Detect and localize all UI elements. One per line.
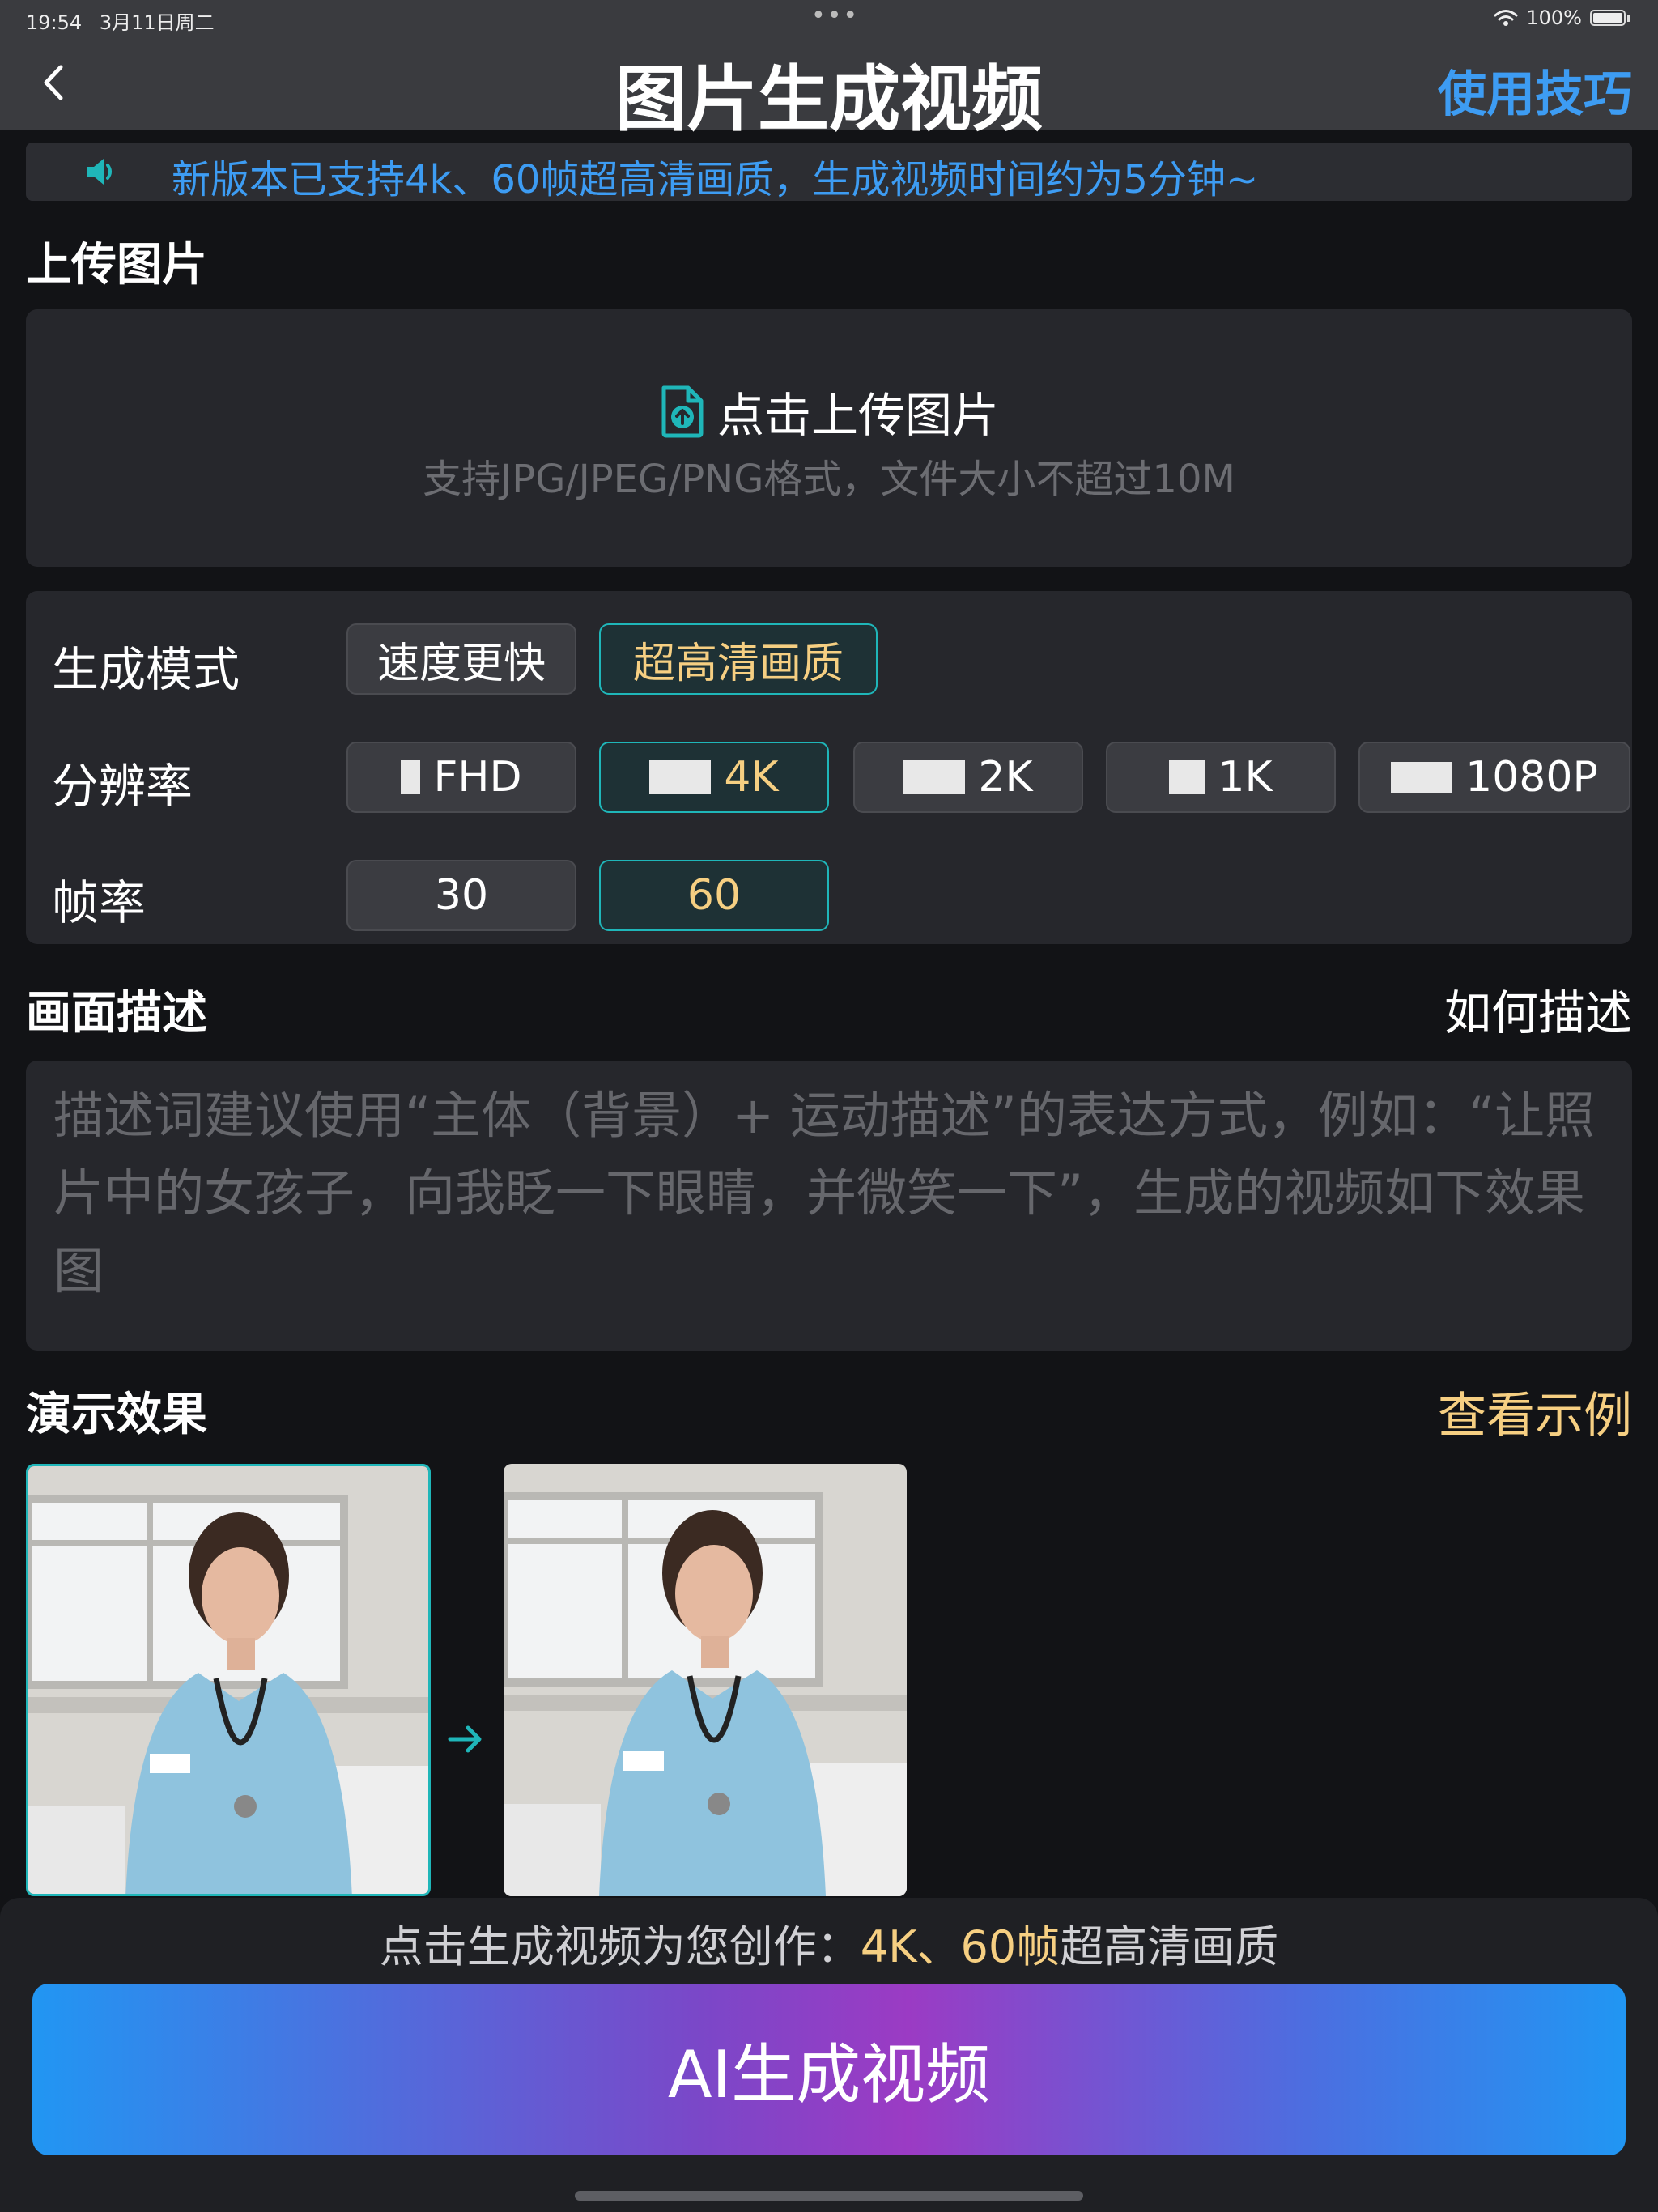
- demo-photo-after: [504, 1464, 907, 1896]
- arrow-right-icon: [448, 1725, 482, 1753]
- view-example-link[interactable]: 查看示例: [1438, 1376, 1632, 1447]
- battery-icon: [1590, 10, 1626, 26]
- status-indicators: 100%: [1494, 6, 1630, 29]
- portrait-ratio-icon: [401, 760, 421, 794]
- landscape-ratio-icon: [903, 760, 966, 794]
- resolution-label: 分辨率: [52, 759, 193, 814]
- resolution-option-2k-label: 2K: [978, 753, 1033, 802]
- resolution-option-1k-label: 1K: [1218, 753, 1273, 802]
- resolution-option-2k[interactable]: 2K: [853, 742, 1083, 813]
- resolution-option-1080p-label: 1080P: [1465, 753, 1598, 802]
- framerate-option-30-label: 30: [434, 871, 489, 920]
- home-indicator[interactable]: [575, 2191, 1083, 2201]
- speaker-icon: [87, 159, 112, 185]
- framerate-option-30[interactable]: 30: [346, 860, 576, 931]
- file-upload-icon: [661, 385, 704, 438]
- mode-label: 生成模式: [52, 642, 240, 697]
- square-ratio-icon: [1169, 760, 1205, 794]
- multitasking-dots-icon[interactable]: •••: [811, 2, 859, 30]
- page-title: 图片生成视频: [614, 57, 1043, 141]
- framerate-label: 帧率: [52, 875, 147, 930]
- resolution-option-1k[interactable]: 1K: [1106, 742, 1336, 813]
- mode-option-uhd-label: 超高清画质: [632, 639, 844, 688]
- upload-section-title: 上传图片: [26, 239, 207, 291]
- wifi-icon: [1494, 10, 1518, 26]
- description-input[interactable]: 描述词建议使用“主体（背景）+ 运动描述”的表达方式，例如：“让照片中的女孩子，…: [26, 1061, 1632, 1351]
- battery-tip: [1627, 14, 1630, 22]
- upload-label-row: 点击上传图片: [26, 377, 1632, 445]
- landscape-ratio-icon: [1391, 762, 1453, 793]
- status-date: 3月11日周二: [99, 11, 215, 34]
- landscape-ratio-icon: [649, 760, 712, 794]
- demo-input-image[interactable]: [26, 1464, 431, 1896]
- generation-summary: 点击生成视频为您创作：4K、60帧超高清画质: [0, 1911, 1658, 1975]
- generate-button-label: AI生成视频: [667, 2037, 991, 2112]
- framerate-option-60-label: 60: [687, 871, 742, 920]
- mode-option-fast[interactable]: 速度更快: [346, 623, 576, 695]
- demo-photo-before: [28, 1466, 428, 1894]
- upload-area[interactable]: 点击上传图片 支持JPG/JPEG/PNG格式，文件大小不超过10M: [26, 309, 1632, 567]
- upload-hint: 支持JPG/JPEG/PNG格式，文件大小不超过10M: [423, 457, 1235, 502]
- battery-percent: 100%: [1526, 6, 1582, 29]
- how-to-describe-link[interactable]: 如何描述: [1444, 975, 1632, 1043]
- resolution-option-fhd[interactable]: FHD: [346, 742, 576, 813]
- mode-option-fast-label: 速度更快: [376, 639, 546, 688]
- notice-banner: 新版本已支持4k、60帧超高清画质，生成视频时间约为5分钟~: [26, 143, 1632, 202]
- framerate-option-60[interactable]: 60: [599, 860, 829, 931]
- status-clock: 19:54: [26, 11, 83, 34]
- usage-tips-link[interactable]: 使用技巧: [1438, 55, 1632, 125]
- notice-text: 新版本已支持4k、60帧超高清画质，生成视频时间约为5分钟~: [172, 157, 1259, 202]
- resolution-option-1080p[interactable]: 1080P: [1358, 742, 1630, 813]
- summary-highlight: 4K、60帧: [860, 1921, 1061, 1972]
- resolution-option-4k[interactable]: 4K: [599, 742, 829, 813]
- description-placeholder: 描述词建议使用“主体（背景）+ 运动描述”的表达方式，例如：“让照片中的女孩子，…: [53, 1086, 1596, 1300]
- status-time: 19:54 3月11日周二: [26, 6, 215, 35]
- summary-prefix: 点击生成视频为您创作：: [379, 1921, 861, 1972]
- resolution-option-4k-label: 4K: [724, 753, 779, 802]
- resolution-option-fhd-label: FHD: [433, 753, 522, 802]
- mode-option-uhd[interactable]: 超高清画质: [599, 623, 878, 695]
- ai-generate-video-button[interactable]: AI生成视频: [32, 1984, 1626, 2155]
- upload-label: 点击上传图片: [716, 388, 999, 443]
- demo-output-image[interactable]: [504, 1464, 907, 1896]
- description-section-title: 画面描述: [26, 987, 207, 1040]
- demo-section-title: 演示效果: [26, 1389, 207, 1441]
- summary-suffix: 超高清画质: [1060, 1921, 1279, 1972]
